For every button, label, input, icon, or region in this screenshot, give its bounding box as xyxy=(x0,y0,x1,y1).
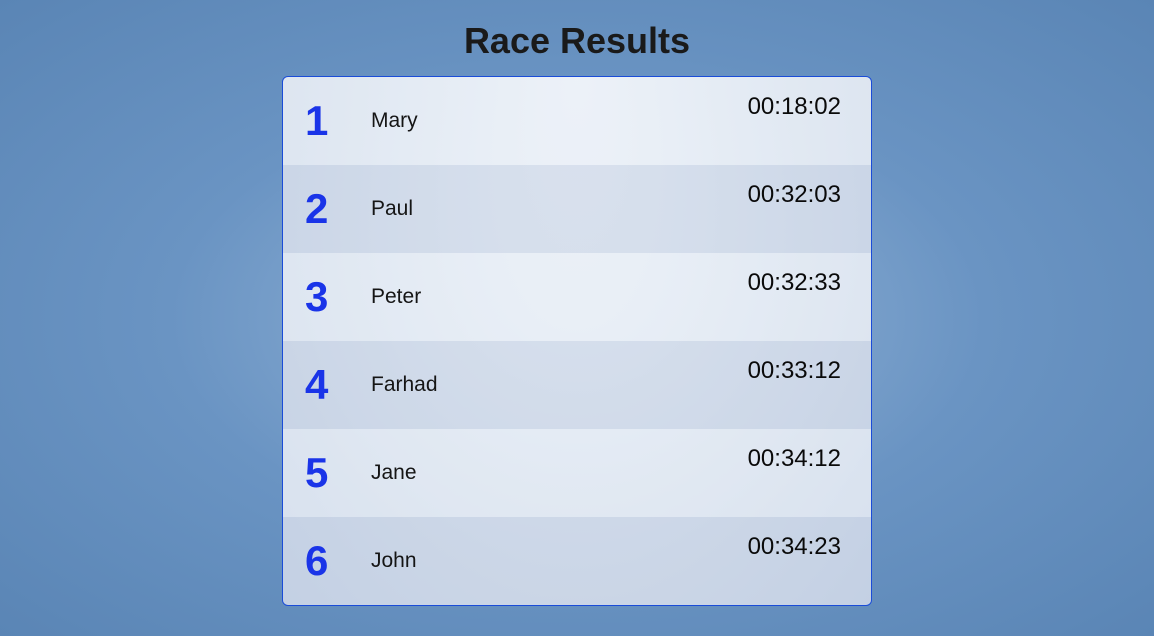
result-time: 00:34:23 xyxy=(748,533,841,561)
result-name: Peter xyxy=(363,285,748,309)
result-name: Paul xyxy=(363,197,748,221)
result-name: Mary xyxy=(363,109,748,133)
race-results-panel: 1 Mary 00:18:02 2 Paul 00:32:03 3 Peter … xyxy=(282,76,872,606)
result-row: 4 Farhad 00:33:12 xyxy=(283,341,871,429)
result-time: 00:32:03 xyxy=(748,181,841,209)
result-rank: 5 xyxy=(305,449,363,497)
result-row: 5 Jane 00:34:12 xyxy=(283,429,871,517)
result-row: 3 Peter 00:32:33 xyxy=(283,253,871,341)
result-name: Jane xyxy=(363,461,748,485)
result-name: Farhad xyxy=(363,373,748,397)
result-row: 2 Paul 00:32:03 xyxy=(283,165,871,253)
result-rank: 1 xyxy=(305,97,363,145)
result-rank: 3 xyxy=(305,273,363,321)
result-rank: 6 xyxy=(305,537,363,585)
page-title: Race Results xyxy=(464,20,690,62)
result-row: 1 Mary 00:18:02 xyxy=(283,77,871,165)
result-time: 00:32:33 xyxy=(748,269,841,297)
result-time: 00:34:12 xyxy=(748,445,841,473)
result-rank: 2 xyxy=(305,185,363,233)
result-name: John xyxy=(363,549,748,573)
result-row: 6 John 00:34:23 xyxy=(283,517,871,605)
result-rank: 4 xyxy=(305,361,363,409)
result-time: 00:18:02 xyxy=(748,93,841,121)
result-time: 00:33:12 xyxy=(748,357,841,385)
